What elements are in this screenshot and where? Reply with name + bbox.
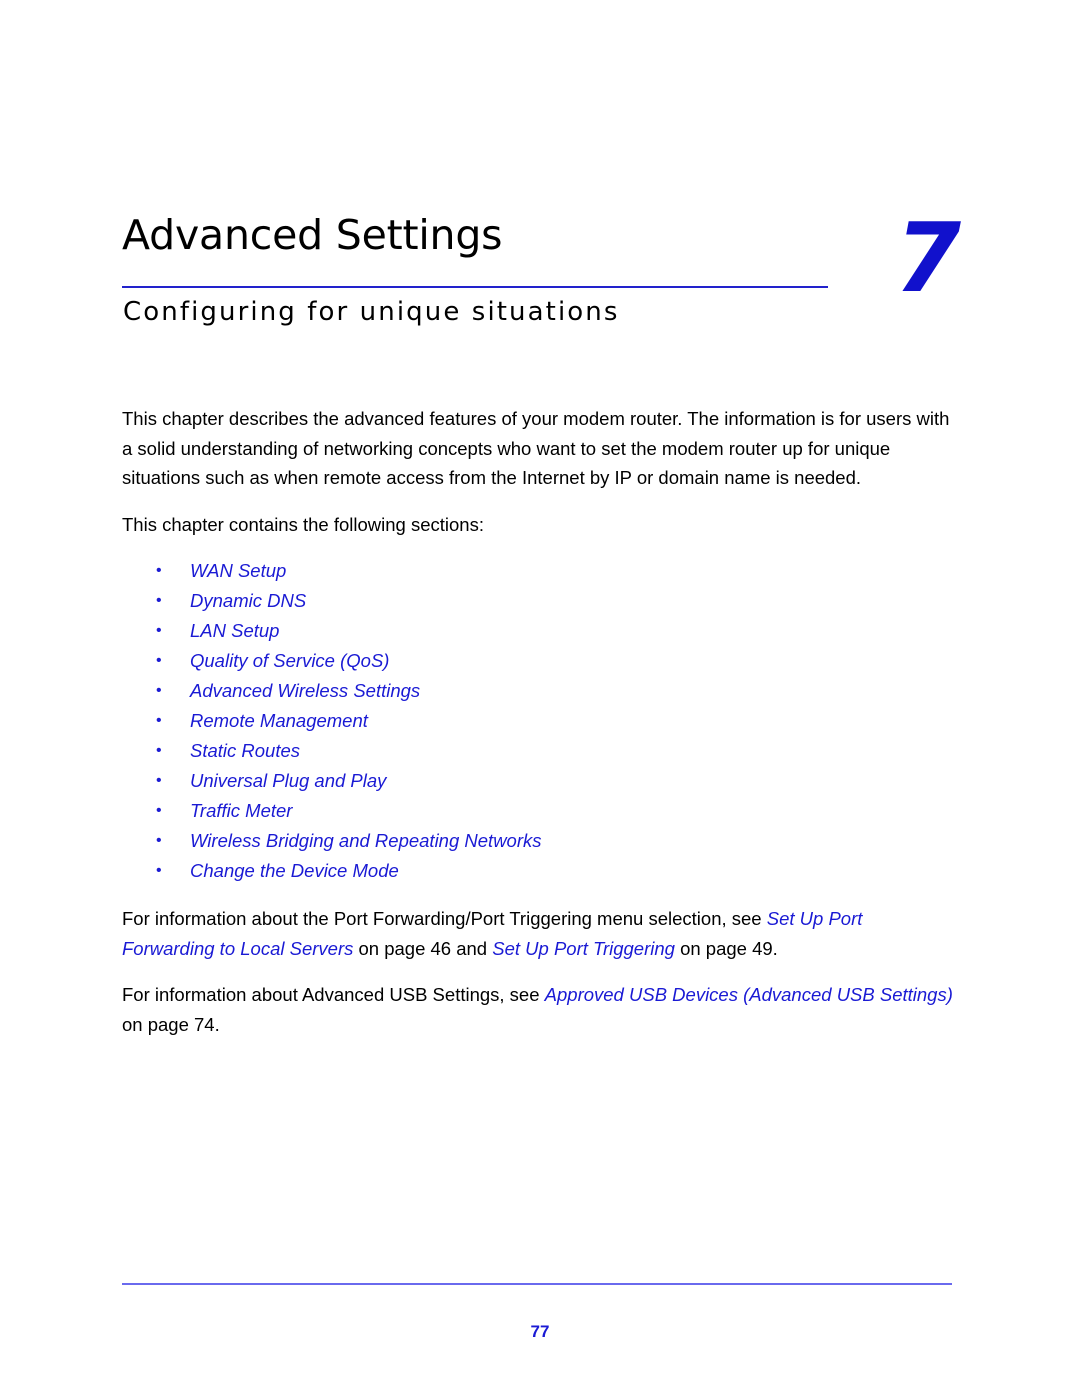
- list-item[interactable]: • Remote Management: [122, 706, 954, 736]
- section-link-list: • WAN Setup • Dynamic DNS • LAN Setup • …: [122, 556, 954, 886]
- list-item[interactable]: • Dynamic DNS: [122, 586, 954, 616]
- cross-reference-paragraph-2: For information about Advanced USB Setti…: [122, 980, 954, 1039]
- list-item[interactable]: • Change the Device Mode: [122, 856, 954, 886]
- list-item[interactable]: • Traffic Meter: [122, 796, 954, 826]
- list-item[interactable]: • Universal Plug and Play: [122, 766, 954, 796]
- bullet-icon: •: [156, 862, 162, 879]
- page-title: Advanced Settings: [122, 211, 503, 259]
- section-link-wireless-bridging[interactable]: Wireless Bridging and Repeating Networks: [190, 830, 542, 851]
- bullet-icon: •: [156, 652, 162, 669]
- section-link-quality-of-service[interactable]: Quality of Service (QoS): [190, 650, 389, 671]
- crossref1-text-1: For information about the Port Forwardin…: [122, 908, 767, 929]
- section-link-universal-plug-and-play[interactable]: Universal Plug and Play: [190, 770, 386, 791]
- section-link-change-device-mode[interactable]: Change the Device Mode: [190, 860, 399, 881]
- crossref-spacer-1: [122, 886, 954, 904]
- bullet-icon: •: [156, 682, 162, 699]
- section-link-traffic-meter[interactable]: Traffic Meter: [190, 800, 292, 821]
- chapter-header: Advanced Settings Configuring for unique…: [122, 211, 952, 327]
- crossref-link-port-triggering[interactable]: Set Up Port Triggering: [492, 938, 675, 959]
- crossref1-text-2: on page 46 and: [353, 937, 493, 959]
- crossref2-text-2: on page 74.: [122, 1013, 220, 1035]
- crossref-link-approved-usb-devices[interactable]: Approved USB Devices (Advanced USB Setti…: [545, 984, 953, 1005]
- list-item[interactable]: • WAN Setup: [122, 556, 954, 586]
- crossref1-text-3: on page 49.: [674, 937, 778, 959]
- document-page: Advanced Settings Configuring for unique…: [0, 0, 1080, 1397]
- section-link-lan-setup[interactable]: LAN Setup: [190, 620, 279, 641]
- bullet-icon: •: [156, 772, 162, 789]
- cross-reference-paragraph-1: For information about the Port Forwardin…: [122, 904, 954, 963]
- body-content: This chapter describes the advanced feat…: [122, 404, 954, 1039]
- bullet-icon: •: [156, 742, 162, 759]
- section-link-advanced-wireless-settings[interactable]: Advanced Wireless Settings: [190, 680, 420, 701]
- title-divider: [122, 286, 828, 288]
- section-link-dynamic-dns[interactable]: Dynamic DNS: [190, 590, 306, 611]
- chapter-number: 7: [895, 204, 962, 314]
- bullet-icon: •: [156, 712, 162, 729]
- bullet-icon: •: [156, 832, 162, 849]
- contains-sections-line: This chapter contains the following sect…: [122, 513, 484, 535]
- page-number: 77: [530, 1322, 550, 1341]
- bullet-icon: •: [156, 592, 162, 609]
- crossref2-text-1: For information about Advanced USB Setti…: [122, 984, 545, 1005]
- section-link-remote-management[interactable]: Remote Management: [190, 710, 368, 731]
- bullet-icon: •: [156, 562, 162, 579]
- list-item[interactable]: • LAN Setup: [122, 616, 954, 646]
- section-link-wan-setup[interactable]: WAN Setup: [190, 560, 286, 581]
- list-item[interactable]: • Advanced Wireless Settings: [122, 676, 954, 706]
- chapter-subtitle: Configuring for unique situations: [123, 297, 620, 327]
- list-item[interactable]: • Static Routes: [122, 736, 954, 766]
- list-item[interactable]: • Quality of Service (QoS): [122, 646, 954, 676]
- bullet-icon: •: [156, 802, 162, 819]
- footer-divider: [122, 1283, 952, 1285]
- list-item[interactable]: • Wireless Bridging and Repeating Networ…: [122, 826, 954, 856]
- intro-paragraph: This chapter describes the advanced feat…: [122, 408, 950, 488]
- bullet-icon: •: [156, 622, 162, 639]
- crossref-spacer-2: [122, 963, 954, 980]
- section-link-static-routes[interactable]: Static Routes: [190, 740, 300, 761]
